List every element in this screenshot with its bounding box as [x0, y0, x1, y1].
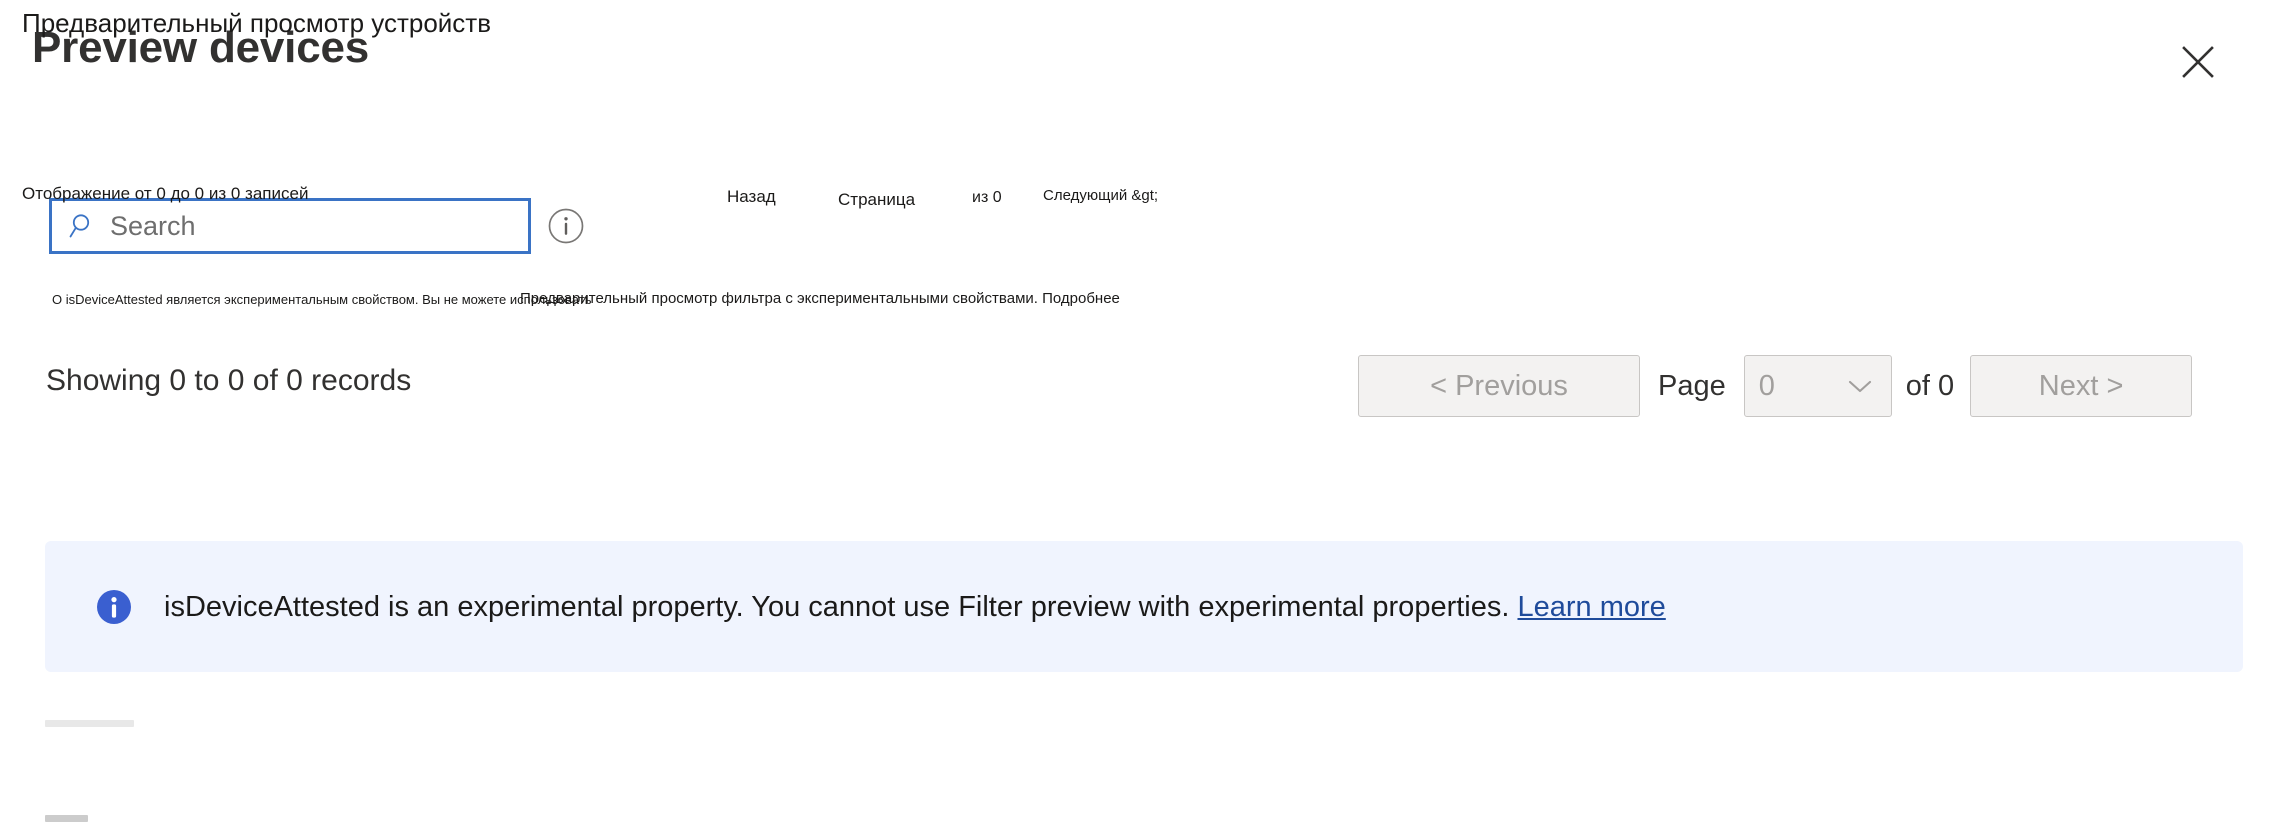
records-summary: Showing 0 to 0 of 0 records: [46, 364, 412, 397]
previous-page-button[interactable]: < Previous: [1358, 355, 1640, 417]
search-input[interactable]: Search: [49, 198, 531, 254]
overlay-banner-part1-ru: О isDeviceAttested является эксперимента…: [52, 292, 592, 307]
info-filled-icon: [92, 585, 136, 629]
search-placeholder: Search: [110, 211, 196, 241]
banner-text: isDeviceAttested is an experimental prop…: [164, 589, 1666, 625]
next-page-button[interactable]: Next >: [1970, 355, 2193, 417]
banner-message: isDeviceAttested is an experimental prop…: [164, 590, 1510, 623]
placeholder-bar-top: [45, 720, 134, 727]
info-outline-icon[interactable]: [547, 207, 585, 245]
overlay-records-summary-ru: Отображение от 0 до 0 из 0 записей: [22, 184, 309, 203]
overlay-page-ru: Страница: [838, 190, 916, 209]
pagination-controls: < Previous Page 0 of 0 Next >: [1358, 355, 2193, 417]
overlay-previous-ru: Назад: [727, 187, 776, 206]
search-icon: [68, 211, 98, 241]
page-label: Page: [1658, 369, 1726, 402]
overlay-banner-part2-ru: Предварительный просмотр фильтра с экспе…: [520, 290, 1120, 307]
page-number-select[interactable]: 0: [1743, 355, 1892, 417]
page-number-value: 0: [1758, 369, 1775, 402]
preview-devices-panel: Preview devices Search Showing 0 to 0 of…: [0, 0, 2280, 836]
learn-more-link[interactable]: Learn more: [1517, 591, 1665, 623]
overlay-next-ru: Следующий &gt;: [1043, 187, 1159, 204]
close-button[interactable]: [2162, 26, 2234, 98]
chevron-down-icon: [1847, 378, 1873, 394]
experimental-property-banner: isDeviceAttested is an experimental prop…: [45, 541, 2243, 672]
placeholder-bar-bottom: [45, 815, 88, 822]
overlay-page-total-ru: из 0: [972, 189, 1002, 206]
close-icon: [2178, 42, 2218, 82]
page-total-label: of 0: [1905, 369, 1955, 402]
overlay-title-ru: Предварительный просмотр устройств: [22, 8, 492, 38]
